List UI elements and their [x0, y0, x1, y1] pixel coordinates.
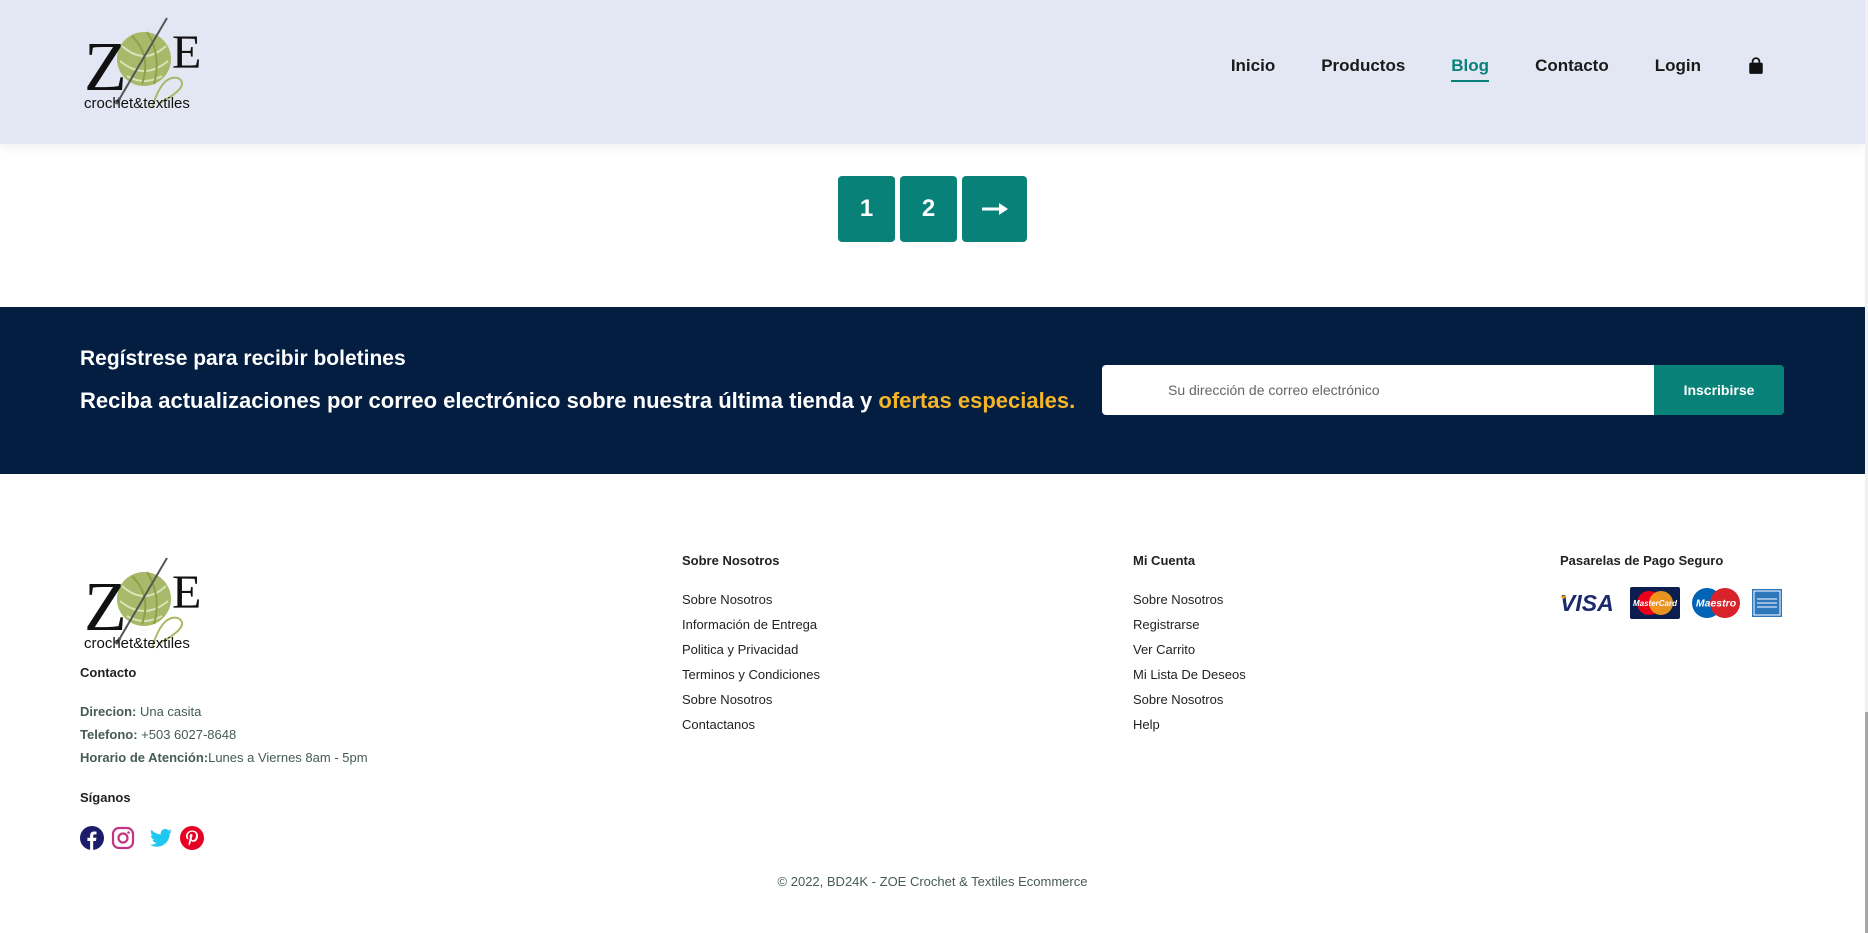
- newsletter-highlight: ofertas especiales.: [878, 388, 1076, 413]
- amex-logo: [1752, 589, 1782, 617]
- svg-text:crochet&textiles: crochet&textiles: [84, 95, 190, 112]
- about-link-entrega[interactable]: Información de Entrega: [682, 612, 820, 637]
- footer-payments-column: Pasarelas de Pago Seguro VISA MasterCard…: [1560, 553, 1792, 619]
- nav-login[interactable]: Login: [1655, 56, 1701, 76]
- contact-phone: Telefono: +503 6027-8648: [80, 723, 368, 746]
- zoe-logo[interactable]: Z E crochet&textiles: [82, 16, 212, 126]
- email-input[interactable]: [1102, 365, 1654, 415]
- address-value: Una casita: [136, 704, 202, 719]
- page-1-button[interactable]: 1: [838, 176, 895, 242]
- footer-follow: Síganos: [80, 790, 131, 805]
- about-heading: Sobre Nosotros: [682, 553, 780, 568]
- copyright: © 2022, BD24K - ZOE Crochet & Textiles E…: [777, 874, 1088, 889]
- hours-label: Horario de Atención:: [80, 750, 209, 765]
- account-link-sobre-nosotros[interactable]: Sobre Nosotros: [1133, 587, 1246, 612]
- phone-value: +503 6027-8648: [137, 727, 237, 742]
- svg-text:E: E: [172, 26, 201, 79]
- account-link-lista-deseos[interactable]: Mi Lista De Deseos: [1133, 662, 1246, 687]
- subscribe-button[interactable]: Inscribirse: [1654, 365, 1784, 415]
- newsletter-text: Reciba actualizaciones por correo electr…: [80, 388, 1075, 414]
- newsletter-title: Regístrese para recibir boletines: [80, 347, 406, 370]
- payments-heading: Pasarelas de Pago Seguro: [1560, 553, 1724, 568]
- shopping-bag-icon[interactable]: [1747, 57, 1765, 75]
- footer-account-column: Mi Cuenta Sobre Nosotros Registrarse Ver…: [1133, 553, 1246, 737]
- contact-hours: Horario de Atención:Lunes a Viernes 8am …: [80, 746, 368, 769]
- nav-contacto[interactable]: Contacto: [1535, 56, 1609, 76]
- footer-zoe-logo: Z E crochet&textiles: [84, 557, 201, 652]
- follow-heading: Síganos: [80, 790, 131, 805]
- address-label: Direcion:: [80, 704, 137, 719]
- account-link-help[interactable]: Help: [1133, 712, 1246, 737]
- newsletter-section: Regístrese para recibir boletines Reciba…: [0, 307, 1865, 474]
- phone-label: Telefono:: [80, 727, 138, 742]
- mastercard-logo: MasterCard: [1630, 587, 1680, 619]
- about-link-sobre-nosotros-2[interactable]: Sobre Nosotros: [682, 687, 820, 712]
- contact-heading: Contacto: [80, 665, 137, 680]
- contact-address: Direcion: Una casita: [80, 700, 368, 723]
- nav-productos[interactable]: Productos: [1321, 56, 1405, 76]
- svg-text:E: E: [172, 566, 201, 619]
- site-header: Z E crochet&textiles Inicio Productos Bl…: [0, 0, 1865, 144]
- social-links: [80, 826, 211, 850]
- account-link-ver-carrito[interactable]: Ver Carrito: [1133, 637, 1246, 662]
- newsletter-description: Reciba actualizaciones por correo electr…: [80, 388, 873, 413]
- arrow-right-icon: [981, 203, 1008, 215]
- next-page-button[interactable]: [962, 176, 1027, 242]
- svg-text:VISA: VISA: [1560, 590, 1614, 616]
- visa-logo: VISA: [1560, 590, 1614, 616]
- about-link-terminos[interactable]: Terminos y Condiciones: [682, 662, 820, 687]
- footer-about-column: Sobre Nosotros Sobre Nosotros Informació…: [682, 553, 820, 737]
- page: Z E crochet&textiles Inicio Productos Bl…: [0, 0, 1868, 933]
- twitter-icon[interactable]: [149, 826, 173, 850]
- payment-cards: VISA MasterCard Maestro: [1560, 587, 1792, 619]
- svg-text:crochet&textiles: crochet&textiles: [84, 635, 190, 652]
- nav-inicio[interactable]: Inicio: [1231, 56, 1275, 76]
- instagram-icon[interactable]: [111, 826, 135, 850]
- nav-blog[interactable]: Blog: [1451, 56, 1489, 82]
- account-link-registrarse[interactable]: Registrarse: [1133, 612, 1246, 637]
- footer-contact: Contacto Direcion: Una casita Telefono: …: [80, 665, 368, 769]
- account-link-sobre-nosotros-2[interactable]: Sobre Nosotros: [1133, 687, 1246, 712]
- svg-text:Maestro: Maestro: [1696, 598, 1737, 610]
- page-2-button[interactable]: 2: [900, 176, 957, 242]
- facebook-icon[interactable]: [80, 826, 104, 850]
- about-link-sobre-nosotros[interactable]: Sobre Nosotros: [682, 587, 820, 612]
- svg-text:MasterCard: MasterCard: [1633, 599, 1678, 608]
- about-link-privacidad[interactable]: Politica y Privacidad: [682, 637, 820, 662]
- main-nav: Inicio Productos Blog Contacto Login: [1185, 56, 1765, 82]
- pinterest-icon[interactable]: [180, 826, 204, 850]
- hours-value: Lunes a Viernes 8am - 5pm: [208, 750, 368, 765]
- newsletter-form: Inscribirse: [1102, 365, 1784, 415]
- about-link-contactanos[interactable]: Contactanos: [682, 712, 820, 737]
- pagination: 1 2: [838, 176, 1032, 242]
- account-heading: Mi Cuenta: [1133, 553, 1196, 568]
- maestro-logo: Maestro: [1692, 588, 1740, 618]
